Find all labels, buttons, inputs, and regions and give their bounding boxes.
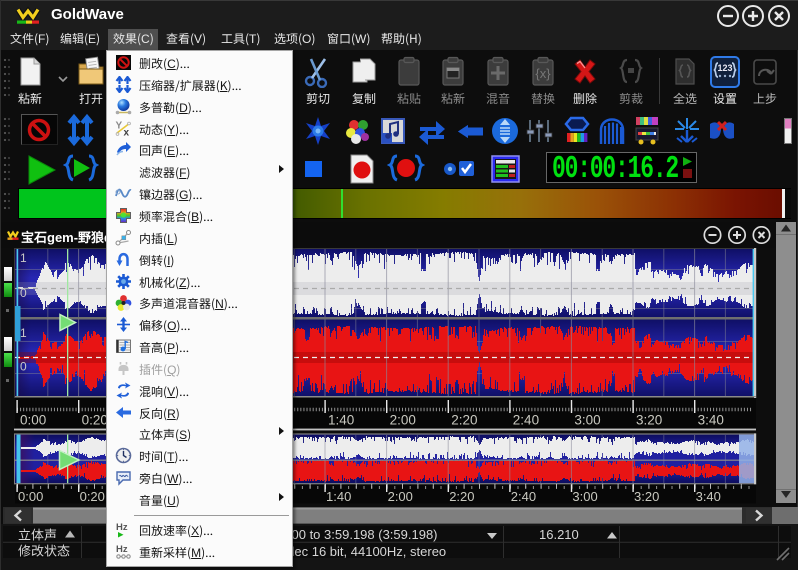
svg-text:修改状态: 修改状态 <box>18 541 70 560</box>
svg-text:00 to 3:59.198 (3:59.198): 00 to 3:59.198 (3:59.198) <box>292 527 438 542</box>
svg-text:Hz: Hz <box>116 522 128 533</box>
svg-text:lec 16 bit, 44100Hz, stereo: lec 16 bit, 44100Hz, stereo <box>292 544 447 559</box>
svg-text:Hz: Hz <box>116 544 128 555</box>
svg-text:16.210: 16.210 <box>539 527 579 542</box>
svg-text:x: x <box>124 127 130 137</box>
